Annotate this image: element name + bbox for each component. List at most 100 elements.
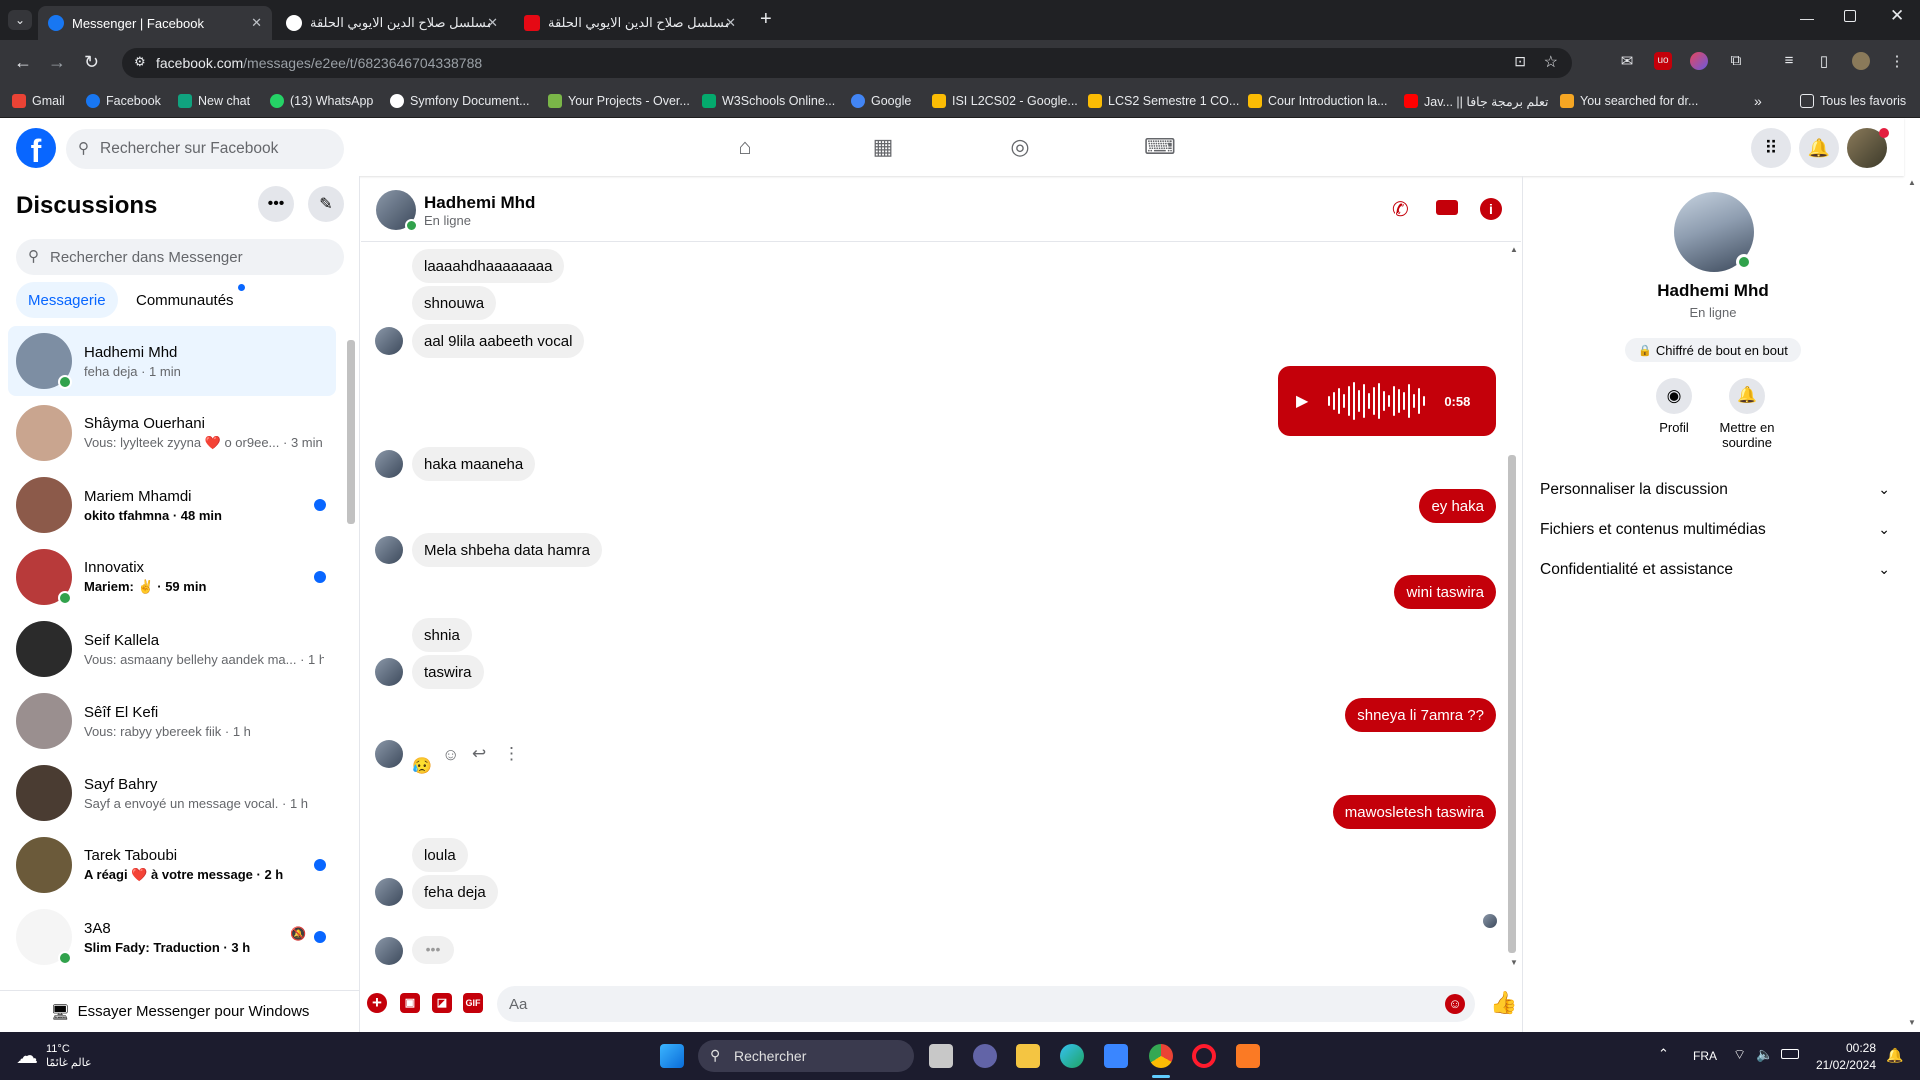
thumbs-up-icon[interactable]: 👍 <box>1490 990 1517 1016</box>
site-info-icon[interactable]: ⚙ <box>134 54 146 70</box>
notifications-bell-icon[interactable]: 🔔 <box>1799 128 1839 168</box>
bookmark-w3schools[interactable]: W3Schools Online... <box>702 92 835 110</box>
xampp-icon[interactable] <box>1236 1044 1260 1068</box>
tab-close-icon[interactable]: ✕ <box>251 15 262 31</box>
conversation-item[interactable]: Sayf Bahry Sayf a envoyé un message vocal… <box>8 758 336 828</box>
chat-contact-name[interactable]: Hadhemi Mhd <box>424 193 535 213</box>
battery-icon[interactable] <box>1781 1049 1799 1059</box>
received-message-bubble[interactable]: feha deja <box>412 875 498 909</box>
conversation-item[interactable]: Shâyma Ouerhani Vous: lyylteek zyyna ❤️ o… <box>8 398 336 468</box>
side-panel-icon[interactable]: ▯ <box>1815 52 1833 70</box>
conversation-item[interactable]: Mariem Mhamdi okito tfahmna · 48 min <box>8 470 336 540</box>
conversation-item[interactable]: 3A8 Slim Fady: Traduction · 3 h <box>8 902 336 972</box>
mail-extension-icon[interactable]: ✉ <box>1618 52 1636 70</box>
menu-grid-icon[interactable]: ⠿ <box>1751 128 1791 168</box>
mute-button[interactable]: 🔔 <box>1729 378 1765 414</box>
facebook-search-input[interactable]: ⚲ Rechercher sur Facebook <box>66 129 344 169</box>
windows-start-icon[interactable] <box>660 1044 684 1068</box>
section-privacy-support[interactable]: Confidentialité et assistance ⌄ <box>1540 561 1890 579</box>
page-scroll-down-icon[interactable]: ▼ <box>1908 1018 1916 1027</box>
tab-list-dropdown-icon[interactable]: ⌄ <box>8 10 32 30</box>
sticker-icon[interactable]: ◪ <box>432 993 452 1013</box>
restore-button[interactable] <box>1844 10 1856 22</box>
bookmark-searched[interactable]: You searched for dr... <box>1560 92 1698 110</box>
emoji-picker-icon[interactable]: ☺ <box>1445 994 1465 1014</box>
opera-icon[interactable] <box>1192 1044 1216 1068</box>
tab-close-icon[interactable]: ✕ <box>487 15 498 31</box>
bookmarks-overflow-icon[interactable]: » <box>1754 92 1762 110</box>
groups-icon[interactable]: ◎ <box>1006 134 1034 162</box>
sent-message-bubble[interactable]: shneya li 7amra ?? <box>1345 698 1496 732</box>
tab-messenger[interactable]: Messenger | Facebook ✕ <box>38 6 272 40</box>
colorful-extension-icon[interactable] <box>1690 52 1708 70</box>
scroll-down-icon[interactable]: ▼ <box>1510 958 1518 967</box>
more-options-icon[interactable]: ••• <box>258 186 294 222</box>
bookmark-whatsapp[interactable]: (13) WhatsApp <box>270 92 373 110</box>
close-window-button[interactable]: ✕ <box>1890 6 1904 26</box>
chat-contact-avatar[interactable] <box>376 190 418 232</box>
reload-button[interactable]: ↻ <box>84 52 99 73</box>
home-icon[interactable]: ⌂ <box>731 134 759 162</box>
new-tab-button[interactable]: + <box>760 8 772 31</box>
conversation-info-icon[interactable]: i <box>1480 198 1502 220</box>
page-scroll-up-icon[interactable]: ▲ <box>1908 178 1916 187</box>
received-message-bubble[interactable]: shnouwa <box>412 286 497 320</box>
bookmark-projects[interactable]: Your Projects - Over... <box>548 92 690 110</box>
conversation-item[interactable]: Hadhemi Mhd feha deja · 1 min <box>8 326 336 396</box>
conversation-item[interactable]: Tarek Taboubi A réagi ❤️ à votre message … <box>8 830 336 900</box>
notifications-center-icon[interactable]: 🔔 <box>1886 1047 1903 1064</box>
sent-message-bubble[interactable]: ey haka <box>1419 489 1496 523</box>
video-call-icon[interactable] <box>1436 200 1458 215</box>
received-message-bubble[interactable]: haka maaneha <box>412 447 536 481</box>
profile-avatar-icon[interactable] <box>1852 52 1870 70</box>
sidebar-scrollbar[interactable] <box>347 340 355 524</box>
sent-message-bubble[interactable]: wini taswira <box>1394 575 1496 609</box>
weather-widget[interactable]: ☁ 11°C عالم غائمًا <box>16 1040 92 1072</box>
bookmark-new-chat[interactable]: New chat <box>178 92 250 110</box>
scroll-up-icon[interactable]: ▲ <box>1510 245 1518 254</box>
volume-icon[interactable]: 🔈 <box>1756 1046 1773 1063</box>
profile-button[interactable]: ◉ <box>1656 378 1692 414</box>
marketplace-icon[interactable]: ▦ <box>869 134 897 162</box>
audio-call-icon[interactable]: ✆ <box>1392 197 1409 222</box>
received-message-bubble[interactable]: Mela shbeha data hamra <box>412 533 602 567</box>
add-actions-icon[interactable]: + <box>367 993 387 1013</box>
tab-communautes[interactable]: Communautés <box>124 282 246 318</box>
media-control-icon[interactable]: ≡ <box>1780 52 1798 70</box>
tab-messagerie[interactable]: Messagerie <box>16 282 118 318</box>
chrome-icon[interactable] <box>1149 1044 1173 1068</box>
taskbar-search[interactable]: ⚲ Rechercher <box>698 1040 914 1072</box>
received-emoji-message[interactable]: 😥 <box>412 756 432 776</box>
try-messenger-windows-link[interactable]: 🖥 Essayer Messenger pour Windows <box>0 990 360 1032</box>
messenger-search-input[interactable]: ⚲ Rechercher dans Messenger <box>16 239 344 275</box>
extensions-puzzle-icon[interactable]: ⧉ <box>1727 52 1745 70</box>
received-message-bubble[interactable]: aal 9lila aabeeth vocal <box>412 324 585 358</box>
voice-message[interactable]: ▶ 0:58 <box>1278 366 1496 436</box>
wifi-icon[interactable]: ⌔ <box>1733 1046 1746 1064</box>
received-message-bubble[interactable]: laaaahdhaaaaaaaa <box>412 249 565 283</box>
play-icon[interactable]: ▶ <box>1296 391 1308 411</box>
reply-icon[interactable]: ↩ <box>472 744 486 764</box>
bookmark-cour[interactable]: Cour Introduction la... <box>1248 92 1388 110</box>
bookmark-lcs2[interactable]: LCS2 Semestre 1 CO... <box>1088 92 1239 110</box>
facebook-logo-icon[interactable]: f <box>16 128 56 168</box>
gif-icon[interactable]: GIF <box>463 993 483 1013</box>
received-message-bubble[interactable]: shnia <box>412 618 472 652</box>
bookmark-java[interactable]: Jav... || تعلم برمجة جافا <box>1404 92 1548 110</box>
new-message-icon[interactable]: ✎ <box>308 186 344 222</box>
more-menu-icon[interactable]: ⋮ <box>1888 52 1906 70</box>
message-input[interactable]: Aa ☺ <box>497 986 1475 1022</box>
bookmark-isi[interactable]: ISI L2CS02 - Google... <box>932 92 1078 110</box>
clock-time[interactable]: 00:28 <box>1812 1041 1876 1055</box>
received-message-bubble[interactable]: taswira <box>412 655 484 689</box>
bookmark-symfony[interactable]: Symfony Document... <box>390 92 530 110</box>
forward-button[interactable]: → <box>48 52 66 73</box>
bookmark-facebook[interactable]: Facebook <box>86 92 161 110</box>
attach-photo-icon[interactable]: ▣ <box>400 993 420 1013</box>
store-icon[interactable] <box>1104 1044 1128 1068</box>
file-explorer-icon[interactable] <box>1016 1044 1040 1068</box>
message-more-icon[interactable]: ⋮ <box>503 744 520 764</box>
chat-scrollbar[interactable] <box>1508 455 1516 953</box>
conversation-item[interactable]: Seif Kallela Vous: asmaany bellehy aandek… <box>8 614 336 684</box>
section-media-files[interactable]: Fichiers et contenus multimédias ⌄ <box>1540 521 1890 539</box>
